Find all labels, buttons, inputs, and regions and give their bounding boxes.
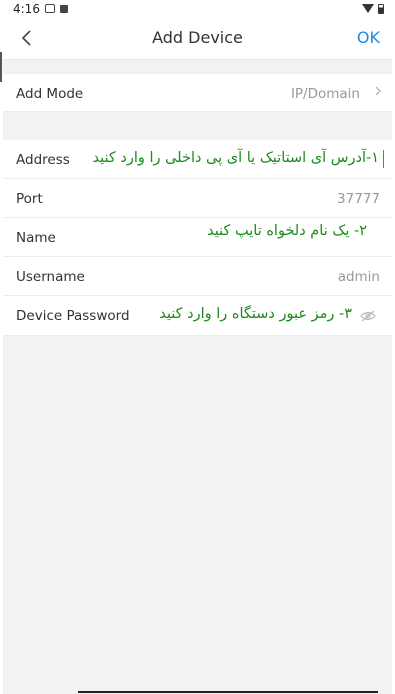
username-placeholder: admin: [337, 269, 380, 285]
status-time: 4:16: [13, 1, 40, 16]
add-mode-label: Add Mode: [16, 86, 84, 102]
window-edge: [0, 52, 2, 82]
eye-off-icon[interactable]: [360, 310, 376, 322]
page-title: Add Device: [152, 28, 243, 47]
battery-icon: [378, 3, 384, 14]
ok-button[interactable]: OK: [357, 28, 380, 47]
chevron-right-icon: [375, 87, 381, 95]
password-annotation: ۳- رمز عبور دستگاه را وارد کنید: [159, 306, 352, 322]
name-annotation: ۲- یک نام دلخواه تایپ کنید: [207, 223, 367, 239]
address-field[interactable]: Address ۱-آدرس آی استاتیک یا آی پی داخلی…: [3, 140, 392, 179]
app-frame: 4:16 Add Device OK Add Mode IP/Domain Ad…: [3, 0, 392, 694]
name-label: Name: [16, 230, 56, 246]
text-cursor: [382, 150, 384, 168]
port-placeholder: 37777: [337, 191, 380, 207]
password-label: Device Password: [16, 308, 130, 324]
username-label: Username: [16, 269, 85, 285]
port-label: Port: [16, 191, 43, 207]
add-mode-row[interactable]: Add Mode IP/Domain: [3, 74, 392, 112]
username-field[interactable]: Username admin: [3, 257, 392, 296]
address-annotation: ۱-آدرس آی استاتیک یا آی پی داخلی را وارد…: [92, 150, 379, 166]
address-label: Address: [16, 152, 70, 168]
port-field[interactable]: Port 37777: [3, 179, 392, 218]
add-mode-value: IP/Domain: [290, 86, 360, 102]
notification-icon: [59, 4, 68, 13]
name-field[interactable]: Name ۲- یک نام دلخواه تایپ کنید: [3, 218, 392, 257]
home-indicator: [78, 691, 378, 693]
wifi-icon: [362, 4, 374, 13]
gallery-icon: [44, 4, 55, 13]
password-field[interactable]: Device Password ۳- رمز عبور دستگاه را وا…: [3, 296, 392, 336]
status-bar: 4:16: [3, 0, 392, 17]
navbar: Add Device OK: [3, 17, 392, 60]
